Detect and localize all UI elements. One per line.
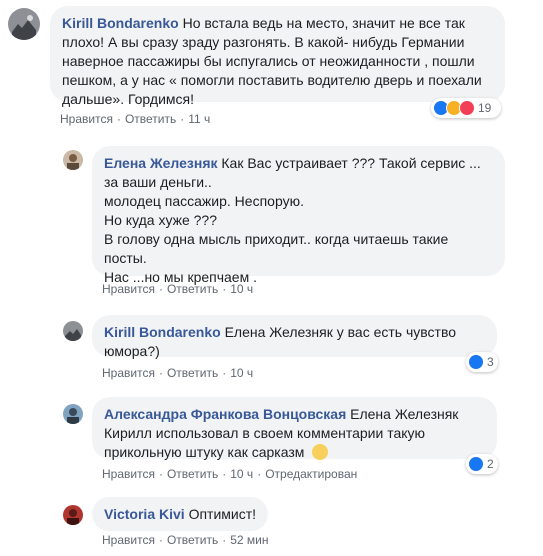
comment-bubble: Елена Железняк Как Вас устраивает ??? Та… — [92, 146, 505, 285]
comment-author[interactable]: Александра Франкова Вонцовская — [104, 406, 346, 422]
comment-actions: Нравится · Ответить · 10 ч — [102, 366, 253, 380]
avatar[interactable] — [63, 150, 83, 170]
separator: · — [116, 112, 121, 126]
comment-bubble: Victoria Kivi Оптимист! — [92, 497, 268, 531]
timestamp[interactable]: 52 мин — [230, 533, 268, 547]
comment-line: за ваши деньги.. — [104, 174, 212, 190]
like-link[interactable]: Нравится — [102, 282, 155, 296]
separator: · — [158, 282, 163, 296]
timestamp[interactable]: 10 ч — [230, 282, 253, 296]
avatar[interactable] — [8, 8, 40, 40]
separator: · — [180, 112, 185, 126]
comment-text: Оптимист! — [188, 506, 257, 522]
comment-author[interactable]: Kirill Bondarenko — [62, 15, 179, 31]
comment-bubble: Александра Франкова Вонцовская Елена Жел… — [92, 397, 497, 460]
reply-link[interactable]: Ответить — [167, 533, 218, 547]
timestamp[interactable]: 10 ч — [230, 467, 253, 481]
reply-link[interactable]: Ответить — [167, 467, 218, 481]
comment-line: Но куда хуже ??? — [104, 212, 218, 228]
reactions-summary[interactable]: 3 — [466, 352, 498, 372]
reactions-summary[interactable]: 2 — [466, 454, 498, 474]
reactions-count: 2 — [487, 457, 494, 471]
reply-link[interactable]: Ответить — [167, 282, 218, 296]
comment-author[interactable]: Victoria Kivi — [104, 506, 185, 522]
reply-link[interactable]: Ответить — [125, 112, 176, 126]
separator: · — [158, 366, 163, 380]
edited-label[interactable]: Отредактирован — [265, 467, 357, 481]
avatar[interactable] — [63, 321, 83, 341]
separator: · — [222, 366, 227, 380]
comment-line: В голову одна мысль приходит.. когда чит… — [104, 231, 449, 247]
reactions-count: 3 — [487, 355, 494, 369]
avatar[interactable] — [63, 505, 83, 525]
separator: · — [257, 467, 262, 481]
comment-line: посты. — [104, 250, 147, 266]
reactions-summary[interactable]: 19 — [431, 98, 501, 118]
smiley-emoji-icon — [312, 444, 329, 460]
comment-author[interactable]: Елена Железняк — [104, 155, 218, 171]
comment-bubble: Kirill Bondarenko Но встала ведь на мест… — [50, 6, 505, 107]
avatar[interactable] — [63, 404, 83, 424]
separator: · — [222, 467, 227, 481]
comment-author[interactable]: Kirill Bondarenko — [104, 324, 221, 340]
comment-bubble: Kirill Bondarenko Елена Железняк у вас е… — [92, 315, 497, 359]
comment-line: Как Вас устраивает ??? Такой сервис ... — [221, 155, 481, 171]
love-reaction-icon — [459, 100, 475, 116]
like-link[interactable]: Нравится — [102, 366, 155, 380]
like-link[interactable]: Нравится — [102, 533, 155, 547]
comment-line: молодец пассажир. Неспорую. — [104, 193, 304, 209]
timestamp[interactable]: 10 ч — [230, 366, 253, 380]
separator: · — [222, 533, 227, 547]
separator: · — [158, 533, 163, 547]
reactions-count: 19 — [478, 101, 492, 115]
like-link[interactable]: Нравится — [60, 112, 113, 126]
reply-link[interactable]: Ответить — [167, 366, 218, 380]
like-reaction-icon — [468, 456, 484, 472]
timestamp[interactable]: 11 ч — [188, 112, 210, 126]
comment-actions: Нравится · Ответить · 10 ч — [102, 282, 253, 296]
comment-actions: Нравится · Ответить · 52 мин — [102, 533, 269, 547]
separator: · — [222, 282, 227, 296]
comment-actions: Нравится · Ответить · 10 ч · Отредактирован — [102, 467, 357, 481]
like-reaction-icon — [468, 354, 484, 370]
separator: · — [158, 467, 163, 481]
like-link[interactable]: Нравится — [102, 467, 155, 481]
comment-actions: Нравится · Ответить · 11 ч — [60, 112, 210, 126]
